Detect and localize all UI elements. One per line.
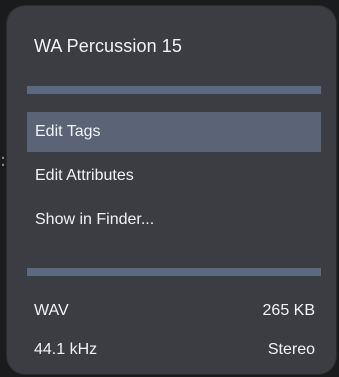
popup-title: WA Percussion 15 bbox=[34, 36, 182, 56]
sample-rate-label: 44.1 kHz bbox=[34, 341, 98, 358]
menu-item-edit-attributes[interactable]: Edit Attributes bbox=[27, 156, 321, 196]
file-format-label: WAV bbox=[34, 302, 69, 319]
separator-bottom bbox=[27, 268, 321, 276]
partial-background-glyph: : bbox=[0, 150, 7, 171]
menu-item-edit-tags[interactable]: Edit Tags bbox=[27, 112, 321, 152]
file-size-label: 265 KB bbox=[262, 302, 315, 319]
separator-top bbox=[27, 86, 321, 94]
menu-item-show-in-finder[interactable]: Show in Finder... bbox=[27, 200, 321, 240]
channels-label: Stereo bbox=[267, 341, 315, 358]
context-menu-popup: WA Percussion 15 Edit Tags Edit Attribut… bbox=[7, 6, 336, 374]
